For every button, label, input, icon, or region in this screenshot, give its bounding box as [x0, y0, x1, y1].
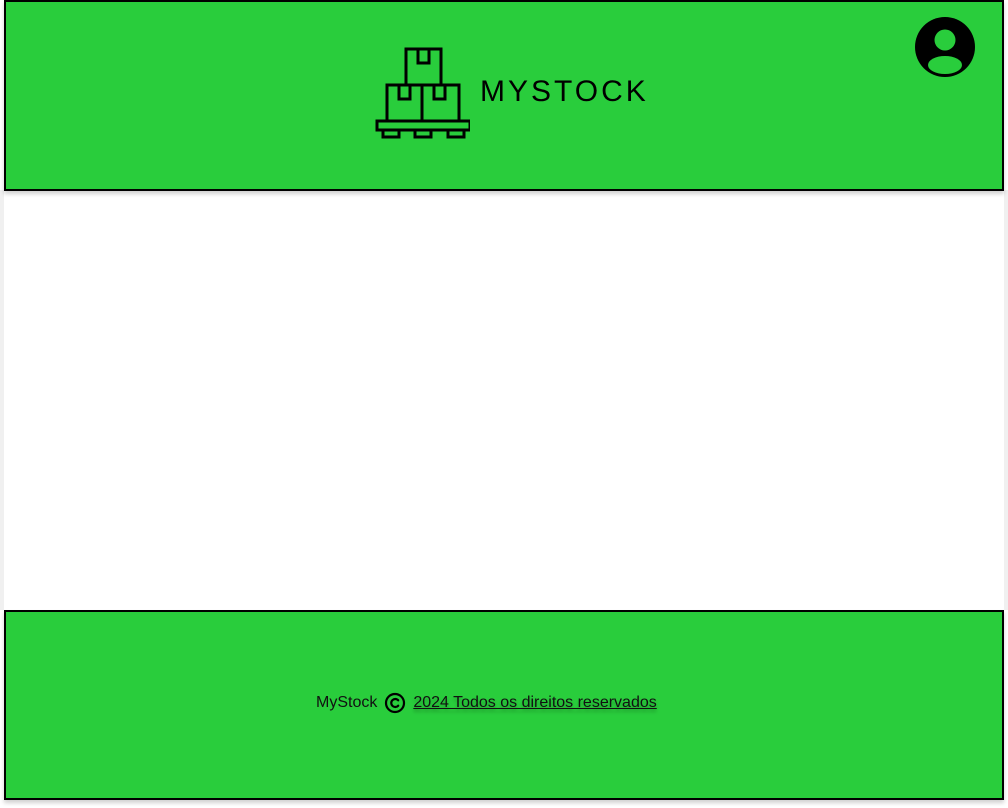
footer-rights-text: 2024 Todos os direitos reservados [413, 694, 657, 711]
page: MYSTOCK MyStock 2024 Todos os direitos r… [0, 0, 1008, 808]
stacked-boxes-pallet-icon [370, 46, 470, 140]
header: MYSTOCK [4, 0, 1004, 191]
user-avatar-icon[interactable] [914, 16, 976, 78]
footer: MyStock 2024 Todos os direitos reservado… [4, 610, 1004, 800]
footer-brand: MyStock [316, 694, 378, 711]
brand-name: MYSTOCK [480, 75, 649, 108]
logo[interactable]: MYSTOCK [370, 46, 649, 140]
left-edge-shade [0, 190, 4, 610]
right-edge-shade [1004, 190, 1008, 610]
footer-copyright: MyStock 2024 Todos os direitos reservado… [316, 692, 657, 714]
copyright-icon [384, 692, 406, 714]
